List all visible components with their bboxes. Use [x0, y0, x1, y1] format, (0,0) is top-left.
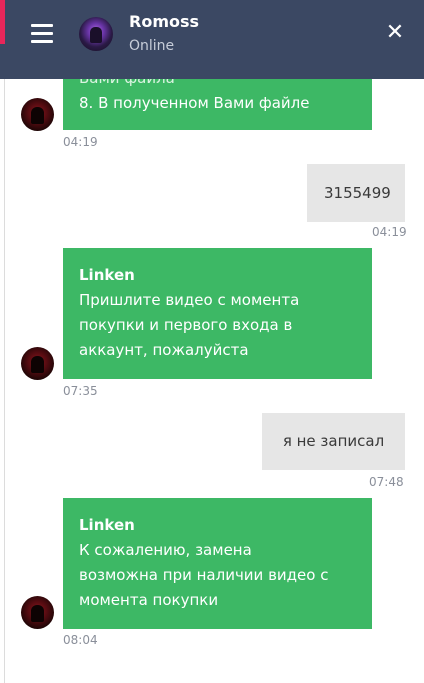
message-list[interactable]: Вами файла 8. В полученном Вами файле 04…	[0, 79, 424, 683]
message-line: К сожалению, замена	[79, 541, 252, 559]
contact-avatar[interactable]	[79, 17, 113, 51]
sender-name: Linken	[79, 516, 135, 534]
message-line: возможна при наличии видео с	[79, 566, 329, 584]
outgoing-message: 3155499	[307, 164, 405, 222]
chat-header: Romoss Online ✕	[0, 0, 424, 79]
message-time: 07:48	[369, 475, 404, 489]
message-line: аккаунт, пожалуйста	[79, 341, 249, 359]
sender-avatar[interactable]	[21, 347, 54, 380]
message-line: Вами файла	[79, 79, 356, 91]
message-line: 8. В полученном Вами файле	[79, 94, 310, 112]
accent-strip	[0, 0, 5, 44]
incoming-message: Linken Пришлите видео с момента покупки …	[63, 248, 372, 379]
message-time: 08:04	[63, 633, 98, 647]
sender-avatar[interactable]	[21, 596, 54, 629]
incoming-message: Linken К сожалению, замена возможна при …	[63, 498, 372, 629]
message-line: момента покупки	[79, 591, 219, 609]
incoming-message: Вами файла 8. В полученном Вами файле	[63, 79, 372, 130]
hamburger-menu-icon[interactable]	[31, 24, 53, 44]
sender-name: Linken	[79, 266, 135, 284]
message-time: 04:19	[372, 225, 407, 239]
message-time: 07:35	[63, 384, 98, 398]
divider	[4, 79, 5, 683]
outgoing-message: я не записал	[262, 413, 405, 470]
close-icon[interactable]: ✕	[384, 22, 406, 44]
contact-status: Online	[129, 38, 175, 54]
sender-avatar[interactable]	[21, 98, 54, 131]
message-text: я не записал	[282, 432, 385, 450]
message-line: покупки и первого входа в	[79, 316, 293, 334]
message-line: Пришлите видео с момента	[79, 291, 300, 309]
message-text: 3155499	[324, 184, 391, 202]
message-time: 04:19	[63, 135, 98, 149]
contact-name: Romoss	[129, 12, 200, 31]
